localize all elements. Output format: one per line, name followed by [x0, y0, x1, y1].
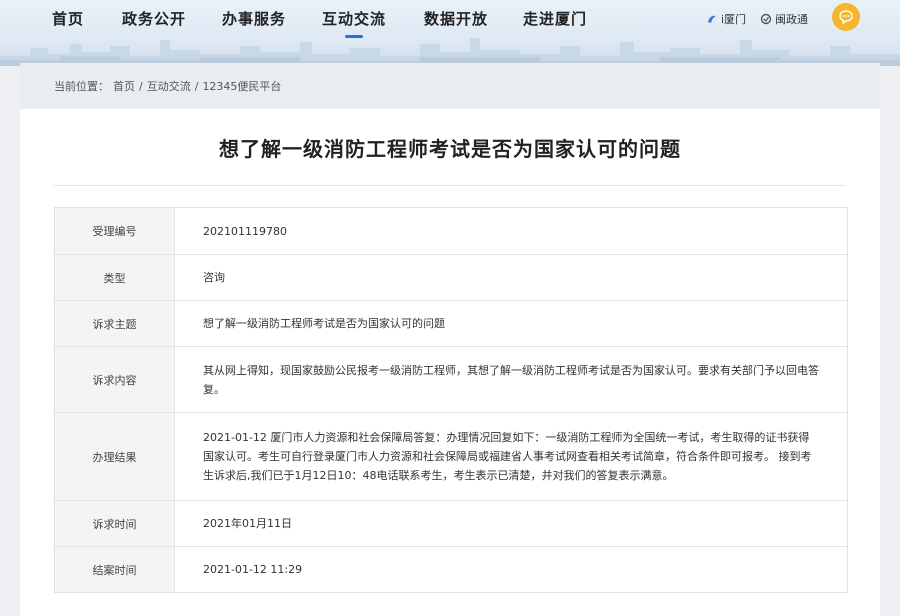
breadcrumb-item-interaction[interactable]: 互动交流 [147, 78, 191, 94]
row-value: 202101119780 [174, 207, 848, 255]
nav-item-about-xiamen[interactable]: 走进厦门 [523, 8, 587, 29]
nav-item-government-affairs[interactable]: 政务公开 [122, 8, 186, 29]
row-value: 2021-01-12 11:29 [174, 546, 848, 593]
breadcrumb-item-home[interactable]: 首页 [113, 78, 135, 94]
breadcrumb-separator: / [139, 79, 143, 93]
row-label: 结案时间 [54, 546, 175, 593]
row-value: 咨询 [174, 254, 848, 301]
case-detail-table: 受理编号 202101119780 类型 咨询 诉求主题 想了解一级消防工程师考… [54, 207, 848, 593]
row-label: 办理结果 [54, 412, 175, 501]
table-row: 类型 咨询 [54, 254, 848, 301]
quick-link-label: i厦门 [721, 13, 747, 26]
table-row: 办理结果 2021-01-12 厦门市人力资源和社会保障局答复：办理情况回复如下… [54, 412, 848, 501]
row-label: 诉求时间 [54, 500, 175, 547]
nav-item-open-data[interactable]: 数据开放 [424, 8, 488, 29]
table-row: 诉求时间 2021年01月11日 [54, 500, 848, 547]
row-label: 类型 [54, 254, 175, 301]
row-label: 受理编号 [54, 207, 175, 255]
site-header: 首页 政务公开 办事服务 互动交流 数据开放 走进厦门 i厦门 闽政通 [0, 0, 900, 66]
row-value: 2021-01-12 厦门市人力资源和社会保障局答复：办理情况回复如下：一级消防… [174, 412, 848, 501]
table-row: 受理编号 202101119780 [54, 207, 848, 255]
page-title: 想了解一级消防工程师考试是否为国家认可的问题 [219, 137, 681, 161]
breadcrumb: 当前位置： 首页 / 互动交流 / 12345便民平台 [20, 63, 880, 109]
row-value: 2021年01月11日 [174, 500, 848, 547]
content-card: 当前位置： 首页 / 互动交流 / 12345便民平台 想了解一级消防工程师考试… [20, 63, 880, 616]
quick-link-minzhengtong[interactable]: 闽政通 [760, 11, 808, 27]
title-divider [54, 185, 846, 186]
city-skyline-decoration [0, 38, 900, 66]
nav-item-interaction[interactable]: 互动交流 [322, 8, 386, 38]
table-row: 结案时间 2021-01-12 11:29 [54, 546, 848, 593]
chat-icon [839, 10, 853, 25]
table-row: 诉求主题 想了解一级消防工程师考试是否为国家认可的问题 [54, 300, 848, 347]
table-row: 诉求内容 其从网上得知，现国家鼓励公民报考一级消防工程师，其想了解一级消防工程师… [54, 346, 848, 413]
nav-item-home[interactable]: 首页 [52, 8, 84, 29]
quick-link-label: 闽政通 [775, 13, 808, 26]
quick-link-i-xiamen[interactable]: i厦门 [706, 11, 746, 27]
nav-item-services[interactable]: 办事服务 [222, 8, 286, 29]
row-value: 想了解一级消防工程师考试是否为国家认可的问题 [174, 300, 848, 347]
chat-assistant-button[interactable] [832, 3, 860, 31]
breadcrumb-item-12345-platform[interactable]: 12345便民平台 [202, 78, 281, 94]
breadcrumb-prefix: 当前位置： [54, 80, 109, 93]
i-xiamen-icon [708, 15, 716, 23]
row-label: 诉求主题 [54, 300, 175, 347]
minzhengtong-icon [760, 13, 772, 25]
row-label: 诉求内容 [54, 346, 175, 413]
breadcrumb-separator: / [194, 79, 199, 93]
row-value: 其从网上得知，现国家鼓励公民报考一级消防工程师，其想了解一级消防工程师考试是否为… [174, 346, 848, 413]
